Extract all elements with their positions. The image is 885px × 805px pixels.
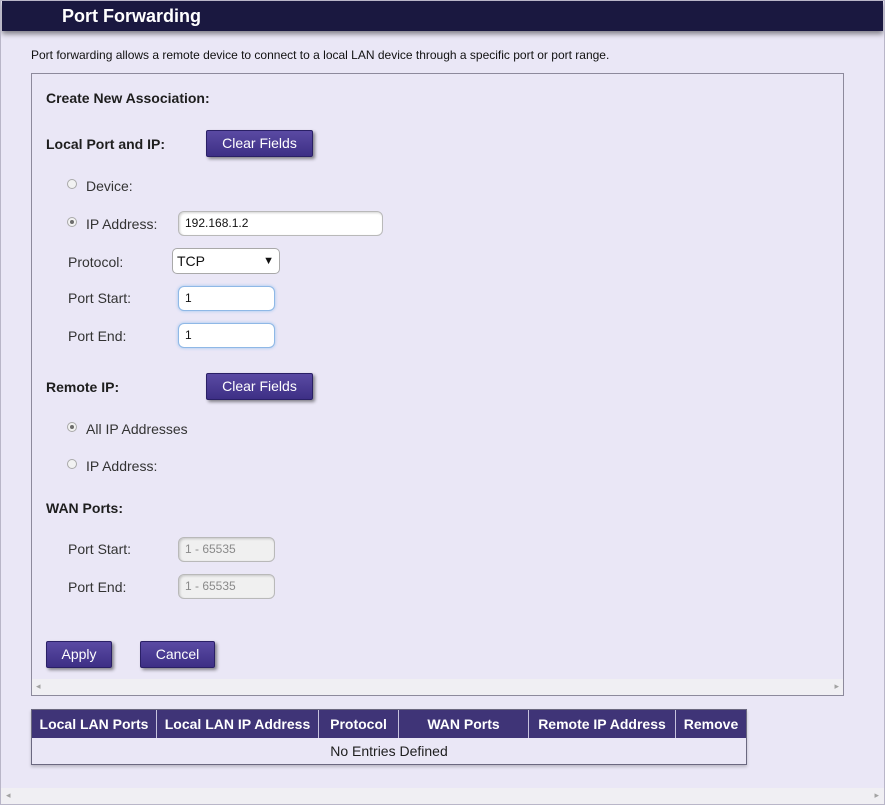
column-header: Protocol — [319, 710, 399, 738]
create-heading: Create New Association: — [46, 90, 210, 106]
protocol-label: Protocol: — [68, 254, 124, 270]
column-header: Local LAN IP Address — [157, 710, 319, 738]
cancel-button[interactable]: Cancel — [140, 641, 215, 668]
empty-table-row: No Entries Defined — [330, 743, 448, 759]
local-ip-label: IP Address: — [86, 216, 158, 232]
wan-port-start-input[interactable]: 1 - 65535 — [178, 537, 275, 562]
wan-heading: WAN Ports: — [46, 500, 123, 516]
local-heading: Local Port and IP: — [46, 136, 166, 152]
wan-port-end-input[interactable]: 1 - 65535 — [178, 574, 275, 599]
protocol-value: TCP — [177, 253, 205, 269]
title-bar: Port Forwarding — [2, 1, 883, 31]
wan-port-end-label: Port End: — [68, 579, 127, 595]
device-label: Device: — [86, 178, 133, 194]
column-header: Remove — [683, 716, 739, 732]
local-clear-fields-button[interactable]: Clear Fields — [206, 130, 313, 157]
chevron-down-icon: ▼ — [263, 255, 274, 267]
table-header: Local LAN Ports Local LAN IP Address Pro… — [32, 710, 746, 738]
protocol-select[interactable]: TCP ▼ — [172, 248, 280, 274]
local-port-end-input[interactable]: 1 — [178, 323, 275, 348]
scroll-left-icon[interactable]: ◂ — [6, 790, 11, 801]
port-forwarding-table: Local LAN Ports Local LAN IP Address Pro… — [31, 709, 747, 765]
remote-ip-radio[interactable] — [67, 459, 77, 469]
local-ip-input[interactable]: 192.168.1.2 — [178, 211, 383, 236]
scroll-right-icon[interactable]: ▸ — [874, 790, 879, 801]
column-header: Remote IP Address — [529, 710, 676, 738]
local-port-start-label: Port Start: — [68, 290, 132, 306]
wan-port-start-label: Port Start: — [68, 541, 132, 557]
remote-clear-fields-button[interactable]: Clear Fields — [206, 373, 313, 400]
apply-button[interactable]: Apply — [46, 641, 112, 668]
local-port-start-input[interactable]: 1 — [178, 286, 275, 311]
page-horizontal-scrollbar[interactable]: ◂ ▸ — [1, 788, 884, 804]
all-ip-label: All IP Addresses — [86, 421, 188, 437]
panel-horizontal-scrollbar[interactable]: ◂ ▸ — [32, 679, 843, 695]
remote-heading: Remote IP: — [46, 379, 120, 395]
page-title: Port Forwarding — [62, 6, 201, 26]
column-header: Local LAN Ports — [32, 710, 157, 738]
scroll-left-icon[interactable]: ◂ — [36, 681, 41, 692]
scroll-right-icon[interactable]: ▸ — [834, 681, 839, 692]
intro-text: Port forwarding allows a remote device t… — [31, 48, 610, 62]
device-radio[interactable] — [67, 179, 77, 189]
column-header: WAN Ports — [399, 710, 529, 738]
local-ip-radio[interactable] — [67, 217, 77, 227]
create-association-panel: Create New Association: Local Port and I… — [31, 73, 844, 696]
remote-ip-label: IP Address: — [86, 458, 158, 474]
local-port-end-label: Port End: — [68, 328, 127, 344]
all-ip-radio[interactable] — [67, 422, 77, 432]
